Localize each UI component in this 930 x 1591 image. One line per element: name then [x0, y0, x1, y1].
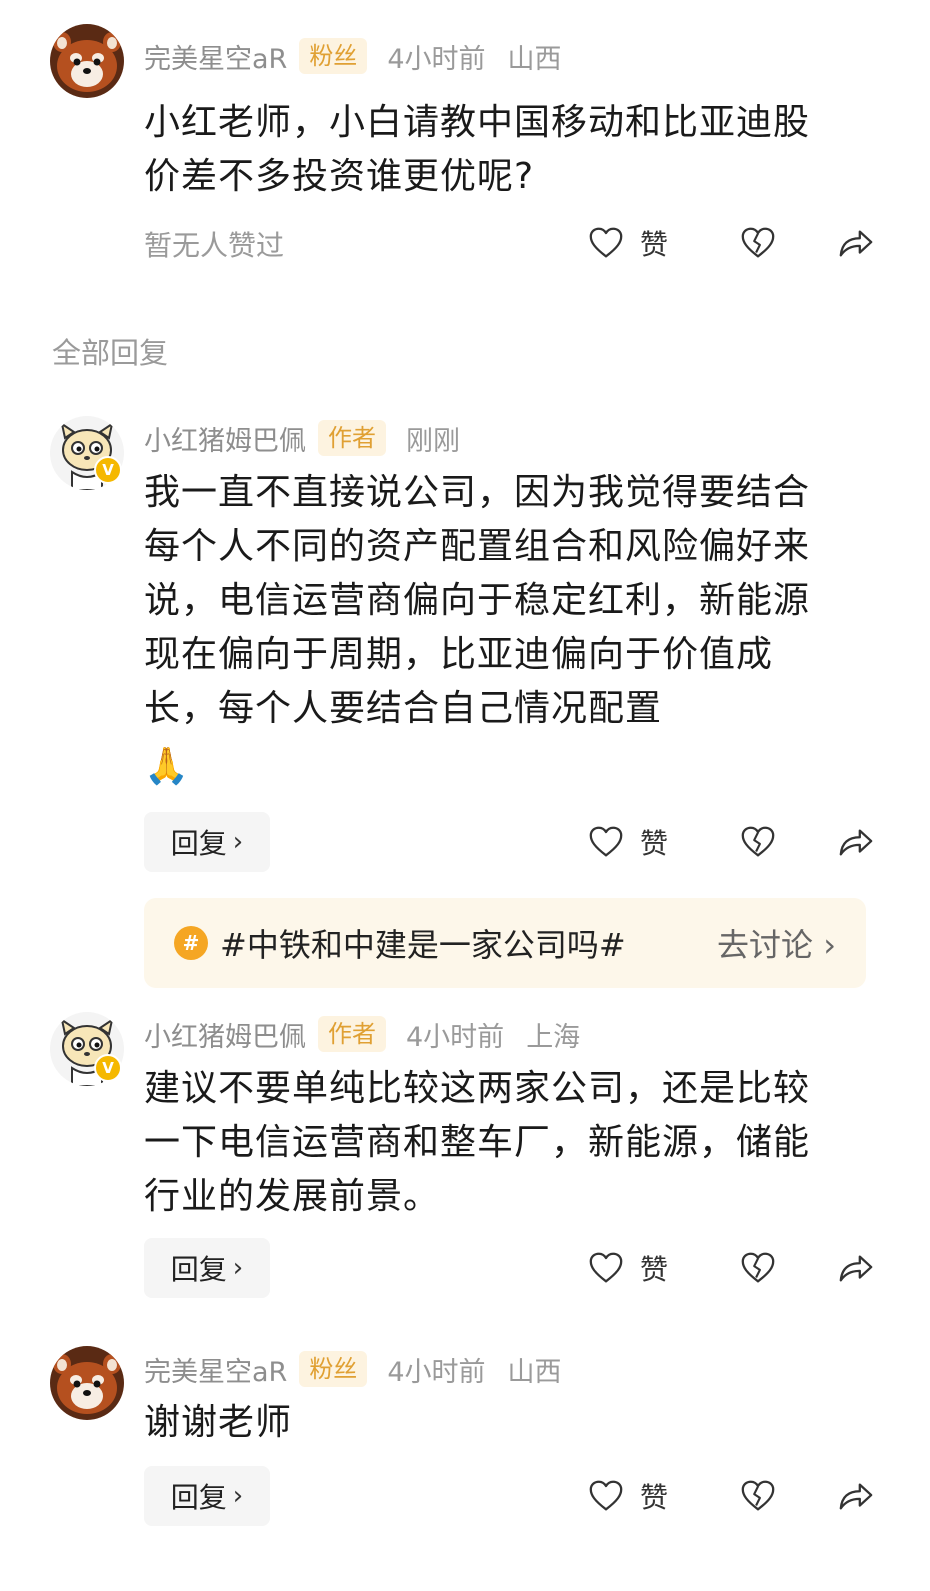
topic-banner[interactable]: # #中铁和中建是一家公司吗# 去讨论 › — [144, 898, 866, 988]
chevron-right-icon: › — [232, 827, 244, 857]
timestamp: 刚刚 — [406, 425, 460, 457]
go-discuss-link[interactable]: 去讨论 › — [717, 920, 836, 966]
share-icon[interactable] — [836, 1476, 876, 1516]
heart-icon[interactable] — [586, 1248, 626, 1288]
reply-button[interactable]: 回复 › — [144, 812, 270, 872]
comment-meta: 完美星空aR 粉丝 4小时前 山西 — [144, 36, 562, 76]
reply-meta: 小红猪姆巴佩 作者 刚刚 — [144, 418, 460, 458]
heart-icon[interactable] — [586, 1476, 626, 1516]
like-label[interactable]: 赞 — [640, 822, 694, 862]
timestamp: 4小时前 — [406, 1021, 505, 1053]
verified-badge: V — [94, 1054, 122, 1082]
location: 上海 — [526, 1021, 581, 1053]
red-panda-avatar[interactable] — [50, 1346, 124, 1420]
username[interactable]: 小红猪姆巴佩 — [144, 1015, 306, 1054]
broken-heart-icon[interactable] — [738, 1476, 778, 1516]
timestamp: 4小时前 — [387, 1356, 486, 1388]
red-panda-icon — [50, 1346, 124, 1420]
reply-actions: 赞 — [586, 817, 876, 867]
reply-actions: 赞 — [586, 1243, 876, 1293]
share-icon[interactable] — [836, 1248, 876, 1288]
like-label[interactable]: 赞 — [640, 1476, 694, 1516]
comment-actions: 赞 — [586, 218, 876, 268]
comment-text: 小红老师，小白请教中国移动和比亚迪股价差不多投资谁更优呢? — [144, 102, 811, 197]
chevron-right-icon: › — [232, 1253, 244, 1283]
fan-badge: 粉丝 — [299, 38, 368, 74]
broken-heart-icon[interactable] — [738, 822, 778, 862]
author-badge: 作者 — [318, 1016, 386, 1052]
reply-label: 回复 — [170, 1481, 227, 1514]
share-icon[interactable] — [836, 223, 876, 263]
red-panda-icon — [50, 24, 124, 98]
broken-heart-icon[interactable] — [738, 223, 778, 263]
location: 山西 — [507, 43, 562, 75]
reply-label: 回复 — [170, 827, 227, 860]
topic-text: #中铁和中建是一家公司吗# — [220, 926, 626, 964]
verified-badge: V — [94, 456, 122, 484]
reply-actions: 赞 — [586, 1471, 876, 1521]
comment-thread: 完美星空aR 粉丝 4小时前 山西 小红老师，小白请教中国移动和比亚迪股价差不多… — [0, 0, 930, 1591]
like-label[interactable]: 赞 — [640, 223, 694, 263]
heart-icon[interactable] — [586, 822, 626, 862]
timestamp: 4小时前 — [387, 43, 486, 75]
reply-text: 建议不要单纯比较这两家公司，还是比较一下电信运营商和整车厂，新能源，储能行业的发… — [144, 1068, 811, 1217]
location: 山西 — [507, 1356, 562, 1388]
all-replies-title: 全部回复 — [52, 336, 169, 370]
red-panda-avatar[interactable] — [50, 24, 124, 98]
no-likes-text: 暂无人赞过 — [144, 229, 285, 262]
reply-meta: 完美星空aR 粉丝 4小时前 山西 — [144, 1349, 562, 1389]
hashtag-icon: # — [174, 926, 208, 960]
author-badge: 作者 — [318, 420, 386, 456]
username[interactable]: 完美星空aR — [144, 37, 287, 76]
heart-icon[interactable] — [586, 223, 626, 263]
reply-button[interactable]: 回复 › — [144, 1238, 270, 1298]
reply-text: 我一直不直接说公司，因为我觉得要结合每个人不同的资产配置组合和风险偏好来说，电信… — [144, 472, 811, 729]
fan-badge: 粉丝 — [299, 1351, 368, 1387]
like-label[interactable]: 赞 — [640, 1248, 694, 1288]
pray-emoji-icon: 🙏 — [144, 746, 190, 787]
reply-meta: 小红猪姆巴佩 作者 4小时前 上海 — [144, 1014, 580, 1054]
share-icon[interactable] — [836, 822, 876, 862]
reply-label: 回复 — [170, 1253, 227, 1286]
broken-heart-icon[interactable] — [738, 1248, 778, 1288]
chevron-right-icon: › — [232, 1481, 244, 1511]
reply-text: 谢谢老师 — [144, 1402, 293, 1443]
username[interactable]: 完美星空aR — [144, 1350, 287, 1389]
reply-button[interactable]: 回复 › — [144, 1466, 270, 1526]
username[interactable]: 小红猪姆巴佩 — [144, 419, 306, 458]
